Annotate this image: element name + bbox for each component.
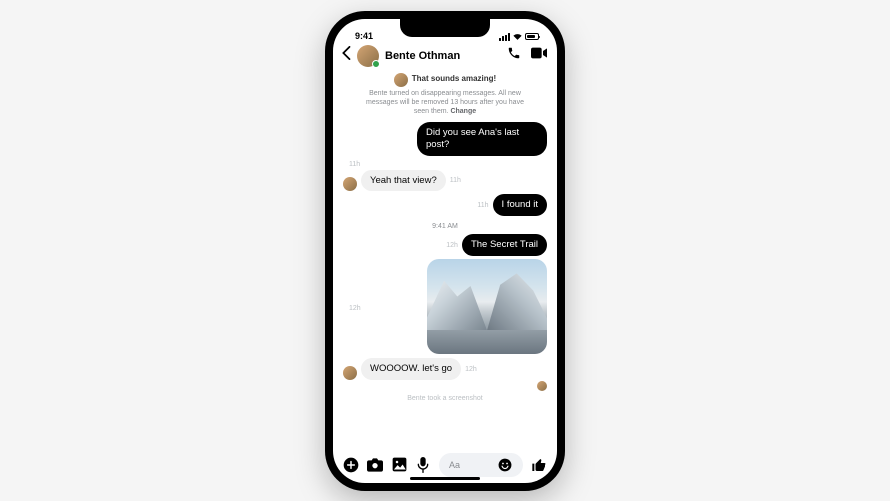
- timestamp: 12h: [349, 305, 361, 312]
- timestamp: 12h: [446, 242, 458, 249]
- message-list[interactable]: That sounds amazing! Bente turned on dis…: [333, 73, 557, 449]
- input-placeholder: Aa: [449, 460, 460, 470]
- emoji-button[interactable]: [497, 457, 513, 473]
- delivery-receipt-avatar: [537, 381, 547, 391]
- contact-name[interactable]: Bente Othman: [385, 50, 501, 62]
- audio-call-button[interactable]: [507, 46, 521, 65]
- wifi-icon: [513, 33, 522, 40]
- message-input[interactable]: Aa: [439, 453, 523, 477]
- message-sent[interactable]: 11h I found it: [343, 194, 547, 216]
- gallery-button[interactable]: [391, 457, 407, 473]
- message-sent[interactable]: 12h The Secret Trail: [343, 234, 547, 256]
- sender-avatar: [343, 177, 357, 191]
- chat-header: Bente Othman: [333, 41, 557, 73]
- day-separator: 9:41 AM: [343, 223, 547, 230]
- previous-message-peek: That sounds amazing!: [412, 74, 496, 83]
- timestamp: 11h: [349, 161, 547, 168]
- screen: 9:41 Bente Othman: [333, 19, 557, 483]
- screenshot-notice: Bente took a screenshot: [343, 395, 547, 402]
- contact-avatar[interactable]: [357, 45, 379, 67]
- like-button[interactable]: [531, 457, 547, 473]
- phone-frame: 9:41 Bente Othman: [325, 11, 565, 491]
- presence-dot: [372, 60, 380, 68]
- message-received[interactable]: WOOOOW. let's go 12h: [343, 358, 547, 380]
- battery-icon: [525, 33, 539, 40]
- back-button[interactable]: [341, 46, 351, 65]
- sender-avatar: [343, 366, 357, 380]
- cellular-icon: [499, 33, 510, 41]
- change-link[interactable]: Change: [450, 108, 476, 115]
- timestamp: 12h: [465, 366, 477, 373]
- disappearing-notice: Bente turned on disappearing messages. A…: [343, 87, 547, 122]
- status-time: 9:41: [355, 31, 373, 41]
- mountain-photo: [427, 259, 547, 354]
- home-indicator[interactable]: [410, 477, 480, 480]
- more-actions-button[interactable]: [343, 457, 359, 473]
- camera-button[interactable]: [367, 457, 383, 473]
- timestamp: 11h: [450, 177, 461, 184]
- image-message[interactable]: [427, 259, 547, 354]
- message-received[interactable]: Yeah that view? 11h: [343, 170, 547, 192]
- timestamp: 11h: [477, 202, 488, 209]
- video-call-button[interactable]: [531, 46, 547, 65]
- status-bar: 9:41: [333, 19, 557, 41]
- message-sent[interactable]: Did you see Ana's last post?: [343, 122, 547, 156]
- status-indicators: [499, 33, 539, 41]
- voice-button[interactable]: [415, 457, 431, 473]
